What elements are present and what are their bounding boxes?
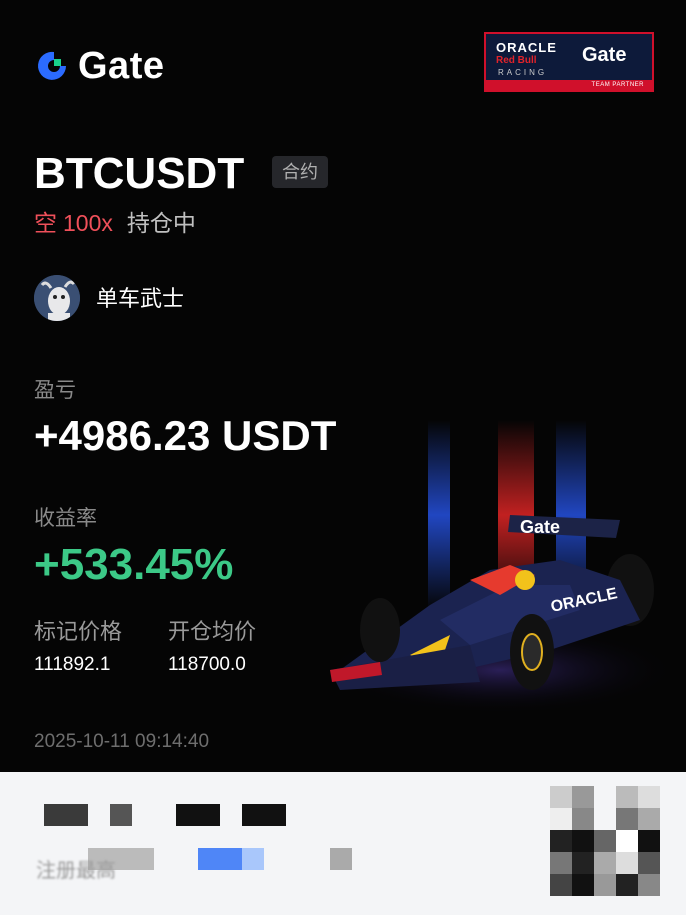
- pnl-label: 盈亏: [34, 379, 76, 402]
- mark-price-value: 111892.1: [34, 654, 111, 675]
- position-info: 空 100x 持仓中: [34, 208, 196, 238]
- team-partner-text: TEAM PARTNER: [591, 82, 644, 88]
- team-partner-badge: ORACLE Red Bull RACING Gate TEAM PARTNER: [484, 32, 654, 92]
- goat-avatar-icon: [34, 275, 80, 321]
- username: 单车武士: [96, 286, 185, 311]
- roi-value: +533.45%: [34, 540, 234, 589]
- register-text: 注册最高: [36, 860, 116, 882]
- footer: [0, 772, 686, 915]
- gate-logo-icon: [38, 51, 66, 80]
- racing-text: RACING: [498, 68, 548, 77]
- status-label: 持仓中: [126, 210, 196, 236]
- gate-logo: Gate: [34, 46, 164, 86]
- blurred-block: [176, 804, 220, 826]
- gate-logo-text: Gate: [78, 45, 165, 87]
- qr-code: [550, 786, 660, 896]
- f1-car-image: Gate ORACLE: [320, 420, 680, 715]
- blurred-block: [198, 848, 242, 870]
- entry-price-value: 118700.0: [168, 654, 246, 675]
- oracle-text: ORACLE: [496, 40, 557, 55]
- side-label: 空: [34, 210, 57, 236]
- roi-label: 收益率: [34, 507, 97, 530]
- blurred-block: [242, 848, 264, 870]
- avatar: [34, 275, 80, 321]
- blurred-block: [330, 848, 352, 870]
- symbol: BTCUSDT: [34, 149, 245, 198]
- pnl-value: +4986.23 USDT: [34, 412, 337, 459]
- contract-badge: 合约: [272, 156, 328, 188]
- leverage-label: 100x: [63, 210, 113, 236]
- timestamp: 2025-10-11 09:14:40: [34, 731, 210, 752]
- mark-price-label: 标记价格: [34, 619, 123, 644]
- blurred-block: [44, 804, 88, 826]
- blurred-block: [110, 804, 132, 826]
- share-card: Gate ORACLE Red Bull RACING Gate TEAM PA…: [0, 0, 686, 772]
- svg-text:Gate: Gate: [520, 517, 560, 537]
- redbull-text: Red Bull: [496, 55, 537, 66]
- partner-gate-text: Gate: [582, 44, 627, 66]
- entry-price-label: 开仓均价: [168, 619, 257, 644]
- blurred-block: [242, 804, 286, 826]
